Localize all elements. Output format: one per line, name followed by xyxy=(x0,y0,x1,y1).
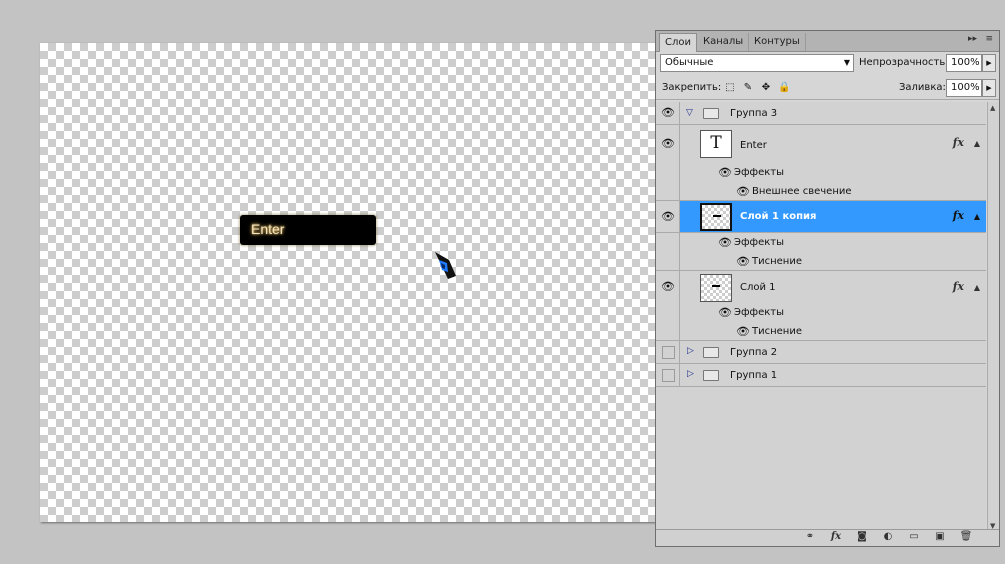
layer-enter-text[interactable]: 👁 T Enter fx ▲ xyxy=(656,125,986,163)
lock-row: Закрепить: ⬚ ✎ ✥ 🔒 Заливка: 100% ▶ xyxy=(656,79,999,100)
layers-scrollbar[interactable]: ▲ ▼ xyxy=(987,102,999,532)
expand-effects-icon[interactable]: ▲ xyxy=(974,212,980,221)
effect-emboss[interactable]: 👁 Тиснение xyxy=(656,252,986,271)
layer-name: Слой 1 xyxy=(740,282,776,293)
blend-mode-select[interactable]: Обычные ▼ xyxy=(660,54,854,72)
blend-mode-value: Обычные xyxy=(665,57,714,68)
effects-row[interactable]: 👁 Эффекты xyxy=(656,163,986,182)
visibility-cell[interactable] xyxy=(656,364,680,386)
trash-icon[interactable]: 🗑 xyxy=(958,531,974,542)
visibility-cell[interactable]: 👁 xyxy=(656,102,680,124)
folder-icon xyxy=(703,108,719,119)
scroll-up-icon[interactable]: ▲ xyxy=(990,104,995,112)
folder-icon xyxy=(703,370,719,381)
layer-name: Слой 1 копия xyxy=(740,211,817,222)
effects-label: Эффекты xyxy=(734,167,784,178)
effects-label: Эффекты xyxy=(734,307,784,318)
lock-position-icon[interactable]: ✥ xyxy=(760,82,772,94)
lock-pixels-icon[interactable]: ✎ xyxy=(742,82,754,94)
eye-icon[interactable]: 👁 xyxy=(661,137,675,150)
visibility-cell[interactable]: 👁 xyxy=(656,201,680,232)
layer-name: Enter xyxy=(740,140,767,151)
effect-name: Внешнее свечение xyxy=(752,186,852,197)
eye-icon[interactable]: 👁 xyxy=(736,185,750,198)
panel-menu-icon[interactable]: ≡ xyxy=(985,34,993,44)
eye-icon[interactable]: 👁 xyxy=(661,280,675,293)
layer-name: Группа 3 xyxy=(730,108,778,119)
layer-name: Группа 1 xyxy=(730,370,778,381)
visibility-toggle[interactable] xyxy=(662,369,675,382)
expand-effects-icon[interactable]: ▲ xyxy=(974,139,980,148)
layer-thumbnail xyxy=(700,203,732,231)
eye-icon[interactable]: 👁 xyxy=(718,306,732,319)
chevron-down-icon[interactable]: ▽ xyxy=(686,108,693,118)
blend-row: Обычные ▼ Непрозрачность: 100% ▶ xyxy=(656,54,999,74)
layer-1[interactable]: 👁 Слой 1 fx ▲ xyxy=(656,271,986,303)
eye-icon[interactable]: 👁 xyxy=(661,106,675,119)
effects-row[interactable]: 👁 Эффекты xyxy=(656,303,986,322)
layer-group-2[interactable]: ▷ Группа 2 xyxy=(656,341,986,364)
layer-1-copy[interactable]: 👁 Слой 1 копия fx ▲ xyxy=(656,201,986,233)
text-layer-thumbnail: T xyxy=(700,130,732,158)
effects-label: Эффекты xyxy=(734,237,784,248)
tab-paths[interactable]: Контуры xyxy=(749,33,806,51)
chevron-right-icon[interactable]: ▷ xyxy=(687,346,694,356)
visibility-cell[interactable]: 👁 xyxy=(656,125,680,163)
panel-tabs: Слои Каналы Контуры ▸▸ ≡ xyxy=(656,31,999,52)
collapse-icon[interactable]: ▸▸ xyxy=(968,34,977,44)
visibility-cell[interactable] xyxy=(656,341,680,363)
tab-channels[interactable]: Каналы xyxy=(698,33,750,51)
layer-group-1[interactable]: ▷ Группа 1 xyxy=(656,364,986,387)
blue-shape-object xyxy=(435,252,456,279)
chevron-down-icon: ▼ xyxy=(843,58,850,67)
fx-icon[interactable]: fx xyxy=(828,531,844,542)
lock-label: Закрепить: xyxy=(662,82,722,93)
fill-arrow-icon[interactable]: ▶ xyxy=(982,79,996,97)
enter-button-text: Enter xyxy=(251,221,285,237)
effects-row[interactable]: 👁 Эффекты xyxy=(656,233,986,252)
mask-icon[interactable]: ◙ xyxy=(854,531,870,542)
fill-input[interactable]: 100% xyxy=(946,79,982,97)
adjustment-icon[interactable]: ◐ xyxy=(880,531,896,542)
layers-list: 👁 ▽ Группа 3 👁 T Enter fx ▲ 👁 Эффекты 👁 … xyxy=(656,102,986,532)
effect-emboss[interactable]: 👁 Тиснение xyxy=(656,322,986,341)
visibility-cell[interactable]: 👁 xyxy=(656,271,680,303)
new-layer-icon[interactable]: ▣ xyxy=(932,531,948,542)
eye-icon[interactable]: 👁 xyxy=(736,255,750,268)
fx-icon[interactable]: fx xyxy=(953,136,964,149)
opacity-input[interactable]: 100% xyxy=(946,54,982,72)
effect-name: Тиснение xyxy=(752,326,802,337)
chevron-right-icon[interactable]: ▷ xyxy=(687,369,694,379)
fx-icon[interactable]: fx xyxy=(953,280,964,293)
effect-name: Тиснение xyxy=(752,256,802,267)
opacity-arrow-icon[interactable]: ▶ xyxy=(982,54,996,72)
link-icon[interactable]: ⚭ xyxy=(802,531,818,542)
opacity-label: Непрозрачность: xyxy=(859,57,949,68)
fill-label: Заливка: xyxy=(899,82,946,93)
visibility-toggle[interactable] xyxy=(662,346,675,359)
eye-icon[interactable]: 👁 xyxy=(718,236,732,249)
lock-all-icon[interactable]: 🔒 xyxy=(778,82,790,94)
document-canvas[interactable]: Enter xyxy=(40,43,656,522)
lock-transparency-icon[interactable]: ⬚ xyxy=(724,82,736,94)
enter-button-artwork: Enter xyxy=(240,215,376,245)
fx-icon[interactable]: fx xyxy=(953,209,964,222)
eye-icon[interactable]: 👁 xyxy=(718,166,732,179)
new-group-icon[interactable]: ▭ xyxy=(906,531,922,542)
expand-effects-icon[interactable]: ▲ xyxy=(974,283,980,292)
layer-group-3[interactable]: 👁 ▽ Группа 3 xyxy=(656,102,986,125)
tab-layers[interactable]: Слои xyxy=(659,33,697,52)
panel-bottom-toolbar: ⚭ fx ◙ ◐ ▭ ▣ 🗑 xyxy=(656,529,999,546)
layer-thumbnail xyxy=(700,274,732,302)
text-type-icon: T xyxy=(710,133,722,153)
folder-icon xyxy=(703,347,719,358)
eye-icon[interactable]: 👁 xyxy=(661,210,675,223)
eye-icon[interactable]: 👁 xyxy=(736,325,750,338)
layer-name: Группа 2 xyxy=(730,347,778,358)
effect-outer-glow[interactable]: 👁 Внешнее свечение xyxy=(656,182,986,201)
layers-panel: Слои Каналы Контуры ▸▸ ≡ Обычные ▼ Непро… xyxy=(655,30,1000,547)
